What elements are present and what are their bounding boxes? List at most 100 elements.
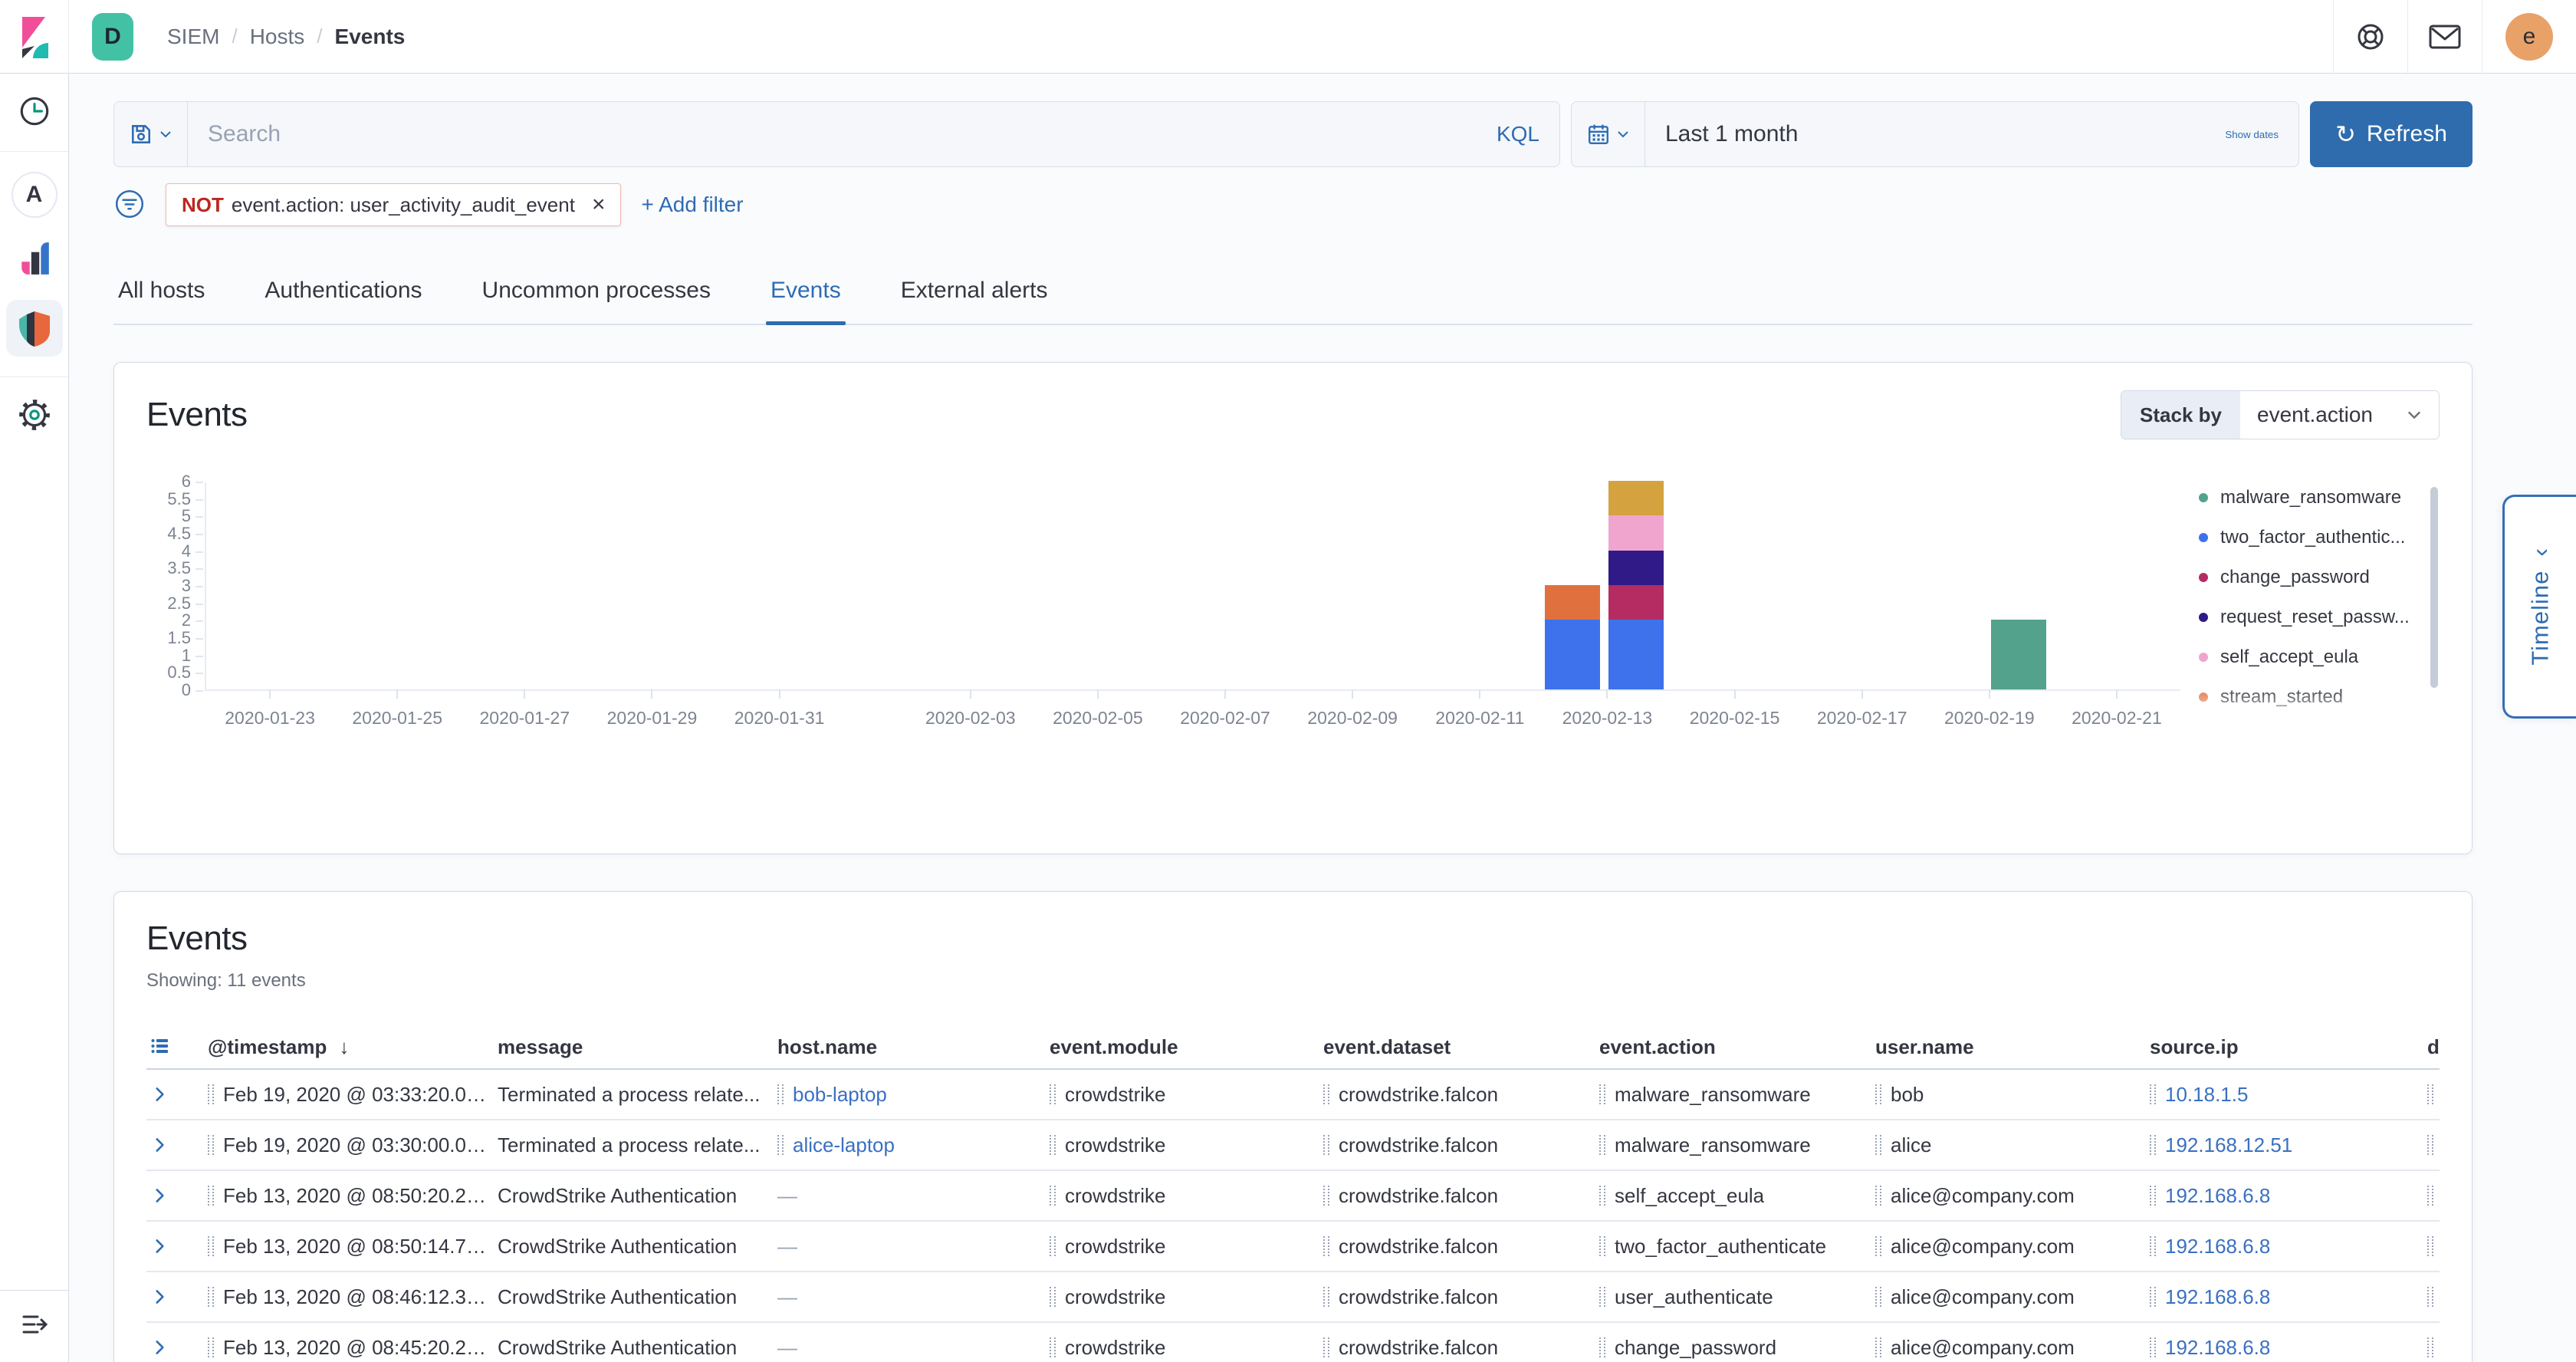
bar-segment-self-accept-eula[interactable] <box>1608 515 1664 550</box>
drag-handle[interactable] <box>208 1337 214 1357</box>
value-link[interactable]: 192.168.6.8 <box>2165 1336 2270 1360</box>
bar-segment-malware-ransomware[interactable] <box>1991 620 2046 689</box>
user-avatar[interactable]: e <box>2505 13 2553 61</box>
tab-uncommon-processes[interactable]: Uncommon processes <box>478 264 715 324</box>
bar-segment-change-password[interactable] <box>1608 585 1664 620</box>
value-link[interactable]: 192.168.6.8 <box>2165 1184 2270 1208</box>
drag-handle[interactable] <box>208 1186 214 1206</box>
expand-nav-button[interactable] <box>19 1311 50 1342</box>
drag-handle[interactable] <box>1050 1337 1056 1357</box>
drag-handle[interactable] <box>1875 1287 1881 1307</box>
drag-handle[interactable] <box>1323 1287 1329 1307</box>
drag-handle[interactable] <box>1050 1084 1056 1104</box>
drag-handle[interactable] <box>1050 1186 1056 1206</box>
recently-viewed-button[interactable] <box>17 94 52 131</box>
remove-filter-icon[interactable]: × <box>586 192 612 218</box>
sidebar-item-management[interactable] <box>17 397 52 435</box>
drag-handle[interactable] <box>1050 1287 1056 1307</box>
column-header-timestamp[interactable]: @timestamp↓ <box>208 1035 498 1059</box>
row-expander[interactable] <box>146 1186 208 1206</box>
legend-item-self-accept-eula[interactable]: self_accept_eula <box>2199 646 2358 668</box>
legend-item-change-password[interactable]: change_password <box>2199 567 2370 588</box>
filter-pill[interactable]: NOT event.action: user_activity_audit_ev… <box>166 183 621 226</box>
bar-segment-request-reset-password[interactable] <box>1608 551 1664 585</box>
date-quick-select-button[interactable] <box>1572 102 1645 166</box>
legend-scrollbar[interactable] <box>2430 487 2438 688</box>
column-header-destination-ip[interactable]: destination.ip <box>2427 1035 2440 1059</box>
drag-handle[interactable] <box>2427 1287 2433 1307</box>
help-button[interactable] <box>2334 0 2407 74</box>
drag-handle[interactable] <box>1050 1236 1056 1256</box>
sidebar-item-visualize[interactable] <box>17 239 52 278</box>
drag-handle[interactable] <box>2427 1236 2433 1256</box>
search-input[interactable]: Search KQL <box>188 102 1559 166</box>
column-header-event-action[interactable]: event.action <box>1599 1035 1875 1059</box>
kql-label[interactable]: KQL <box>1497 122 1539 146</box>
drag-handle[interactable] <box>1323 1337 1329 1357</box>
show-dates-button[interactable]: Show dates <box>2225 129 2279 140</box>
drag-handle[interactable] <box>208 1287 214 1307</box>
drag-handle[interactable] <box>2150 1337 2156 1357</box>
bar-segment-two-factor-authenticate[interactable] <box>1608 620 1664 689</box>
drag-handle[interactable] <box>2150 1135 2156 1155</box>
newsfeed-button[interactable] <box>2408 0 2482 74</box>
column-header-event-dataset[interactable]: event.dataset <box>1323 1035 1599 1059</box>
value-link[interactable]: bob-laptop <box>793 1083 887 1107</box>
add-filter-button[interactable]: + Add filter <box>641 192 743 217</box>
value-link[interactable]: 192.168.6.8 <box>2165 1235 2270 1258</box>
tab-events[interactable]: Events <box>766 264 846 324</box>
drag-handle[interactable] <box>777 1084 784 1104</box>
breadcrumb-hosts[interactable]: Hosts <box>250 25 305 49</box>
timeline-flyout-toggle[interactable]: Timeline ‹ <box>2502 495 2576 719</box>
row-expander[interactable] <box>146 1287 208 1307</box>
drag-handle[interactable] <box>1599 1186 1605 1206</box>
drag-handle[interactable] <box>1599 1135 1605 1155</box>
drag-handle[interactable] <box>1323 1135 1329 1155</box>
legend-item-request-reset-password[interactable]: request_reset_passw... <box>2199 607 2410 628</box>
drag-handle[interactable] <box>208 1135 214 1155</box>
kibana-logo[interactable] <box>0 0 69 74</box>
drag-handle[interactable] <box>1599 1287 1605 1307</box>
drag-handle[interactable] <box>1875 1135 1881 1155</box>
drag-handle[interactable] <box>2150 1084 2156 1104</box>
filter-options-button[interactable] <box>113 188 146 222</box>
legend-item-two-factor-authenticate[interactable]: two_factor_authentic... <box>2199 527 2405 548</box>
drag-handle[interactable] <box>2427 1084 2433 1104</box>
drag-handle[interactable] <box>1875 1236 1881 1256</box>
drag-handle[interactable] <box>1050 1135 1056 1155</box>
value-link[interactable]: 10.18.1.5 <box>2165 1083 2248 1107</box>
saved-query-menu-button[interactable] <box>114 102 188 166</box>
drag-handle[interactable] <box>1323 1084 1329 1104</box>
value-link[interactable]: 192.168.6.8 <box>2165 1285 2270 1309</box>
space-badge[interactable]: D <box>92 13 133 61</box>
column-header-source-ip[interactable]: source.ip <box>2150 1035 2427 1059</box>
drag-handle[interactable] <box>208 1084 214 1104</box>
breadcrumb-siem[interactable]: SIEM <box>167 25 219 49</box>
row-expander[interactable] <box>146 1135 208 1155</box>
legend-item-malware-ransomware[interactable]: malware_ransomware <box>2199 487 2401 508</box>
drag-handle[interactable] <box>1323 1236 1329 1256</box>
tab-authentications[interactable]: Authentications <box>260 264 426 324</box>
tab-all-hosts[interactable]: All hosts <box>113 264 209 324</box>
drag-handle[interactable] <box>2427 1337 2433 1357</box>
drag-handle[interactable] <box>2427 1135 2433 1155</box>
row-expander[interactable] <box>146 1084 208 1104</box>
tab-external-alerts[interactable]: External alerts <box>896 264 1053 324</box>
bar-segment-two-factor-authenticate[interactable] <box>1545 620 1600 689</box>
column-header-event-module[interactable]: event.module <box>1050 1035 1323 1059</box>
drag-handle[interactable] <box>1599 1337 1605 1357</box>
drag-handle[interactable] <box>2150 1287 2156 1307</box>
value-link[interactable]: alice-laptop <box>793 1133 895 1157</box>
refresh-button[interactable]: ↻ Refresh <box>2310 101 2472 167</box>
drag-handle[interactable] <box>2150 1236 2156 1256</box>
drag-handle[interactable] <box>2427 1186 2433 1206</box>
bar-segment-user-authenticate[interactable] <box>1608 481 1664 515</box>
column-header-message[interactable]: message <box>498 1035 777 1059</box>
drag-handle[interactable] <box>1323 1186 1329 1206</box>
drag-handle[interactable] <box>777 1135 784 1155</box>
date-range-value[interactable]: Last 1 month <box>1665 121 1798 147</box>
row-expander[interactable] <box>146 1236 208 1256</box>
bar-segment-stream-started[interactable] <box>1545 585 1600 620</box>
drag-handle[interactable] <box>2150 1186 2156 1206</box>
value-link[interactable]: 192.168.12.51 <box>2165 1133 2292 1157</box>
